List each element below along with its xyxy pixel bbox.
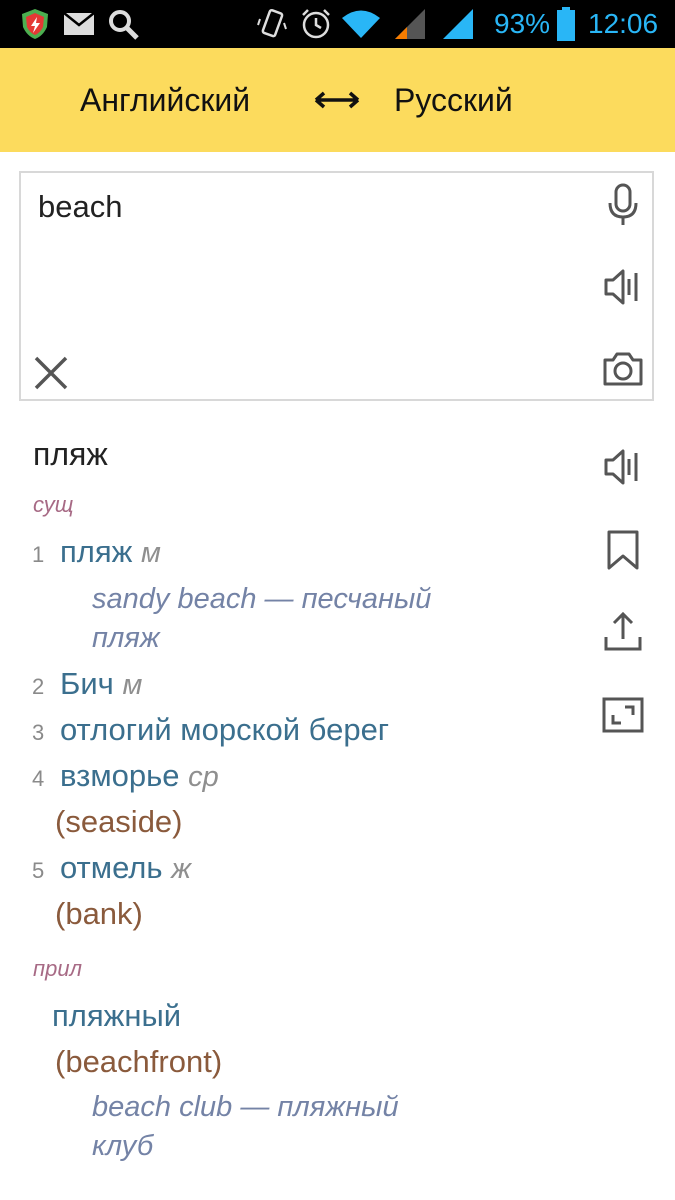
mail-icon bbox=[62, 6, 96, 42]
wifi-icon bbox=[340, 6, 382, 42]
result-headword: пляж bbox=[33, 436, 108, 472]
meaning-text: пляжный bbox=[52, 998, 182, 1033]
bookmark-icon[interactable] bbox=[600, 527, 646, 573]
source-language-button[interactable]: Английский bbox=[80, 78, 250, 122]
alarm-icon bbox=[298, 6, 334, 42]
meaning-number: 3 bbox=[32, 720, 45, 745]
source-text-input[interactable]: beach bbox=[38, 189, 122, 225]
gender-label: ср bbox=[188, 761, 219, 793]
swap-languages-button[interactable] bbox=[312, 78, 362, 122]
camera-icon[interactable] bbox=[601, 347, 645, 391]
microphone-icon[interactable] bbox=[601, 183, 645, 227]
synonym-text[interactable]: (beachfront) bbox=[55, 1044, 222, 1080]
swap-arrows-icon bbox=[314, 91, 360, 109]
meaning-text: пляж bbox=[60, 534, 133, 569]
target-language-button[interactable]: Русский bbox=[394, 78, 513, 122]
meaning-item[interactable]: отлогий морской берег bbox=[60, 712, 389, 748]
meaning-number: 5 bbox=[32, 858, 45, 883]
usage-example-line: beach club — пляжный bbox=[92, 1091, 399, 1123]
gender-label: м bbox=[141, 537, 161, 569]
meaning-item[interactable]: взморье ср bbox=[60, 758, 219, 794]
pos-label-noun: сущ bbox=[33, 492, 74, 517]
battery-percent: 93% bbox=[494, 8, 551, 39]
usage-example: sandy beach — песчаный пляж bbox=[92, 580, 431, 658]
meaning-item[interactable]: пляж м bbox=[60, 534, 161, 570]
search-icon bbox=[106, 6, 140, 42]
pos-label-adjective: прил bbox=[33, 956, 82, 981]
gender-label: ж bbox=[171, 853, 192, 885]
battery-icon bbox=[556, 6, 576, 42]
signal-weak-icon bbox=[392, 6, 428, 42]
gender-label: м bbox=[122, 669, 143, 701]
language-bar: Английский Русский bbox=[0, 48, 675, 152]
meaning-item[interactable]: Бич м bbox=[60, 666, 142, 702]
fullscreen-icon[interactable] bbox=[600, 692, 646, 738]
synonym-text[interactable]: (seaside) bbox=[55, 804, 183, 840]
status-bar: 93% 12:06 bbox=[0, 0, 675, 48]
meaning-item[interactable]: отмель ж bbox=[60, 850, 191, 886]
meaning-text: Бич bbox=[60, 666, 114, 701]
meaning-text: отлогий морской берег bbox=[60, 712, 390, 747]
usage-example-line: пляж bbox=[92, 622, 160, 654]
speaker-icon[interactable] bbox=[601, 265, 645, 309]
vibrate-icon bbox=[256, 6, 288, 42]
meaning-number: 4 bbox=[32, 766, 45, 791]
meaning-item[interactable]: пляжный bbox=[52, 998, 181, 1034]
usage-example-line: клуб bbox=[92, 1130, 154, 1162]
synonym-text[interactable]: (bank) bbox=[55, 896, 143, 932]
usage-example: beach club — пляжный клуб bbox=[92, 1088, 399, 1166]
signal-icon bbox=[440, 6, 476, 42]
clock-time: 12:06 bbox=[588, 8, 659, 39]
source-text-box[interactable]: beach bbox=[19, 171, 654, 401]
speaker-icon[interactable] bbox=[600, 444, 646, 490]
usage-example-line: sandy beach — песчаный bbox=[92, 583, 432, 615]
share-icon[interactable] bbox=[600, 608, 646, 654]
meaning-text: отмель bbox=[60, 850, 163, 885]
shield-app-icon bbox=[18, 6, 52, 42]
meaning-number: 2 bbox=[32, 674, 45, 699]
meaning-number: 1 bbox=[32, 542, 45, 567]
meaning-text: взморье bbox=[60, 758, 180, 793]
clear-icon[interactable] bbox=[29, 351, 73, 395]
